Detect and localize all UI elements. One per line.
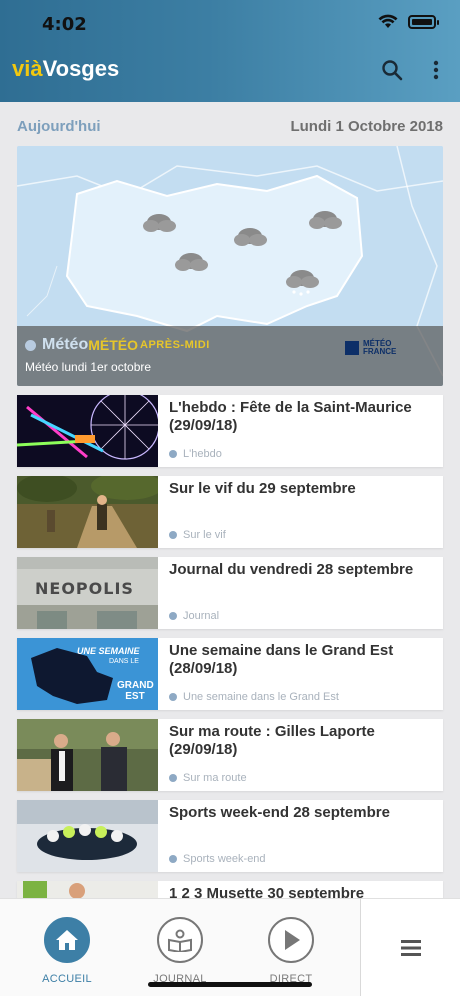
thumbnail (17, 800, 158, 872)
thumb-building-text: NEOPOLIS (35, 579, 134, 598)
item-category: Journal (169, 610, 219, 622)
list-item[interactable]: Sports week-end 28 septembre Sports week… (17, 800, 443, 872)
thumb-text-line-3: GRAND EST (117, 680, 154, 702)
thumbnail (17, 719, 158, 791)
item-category: Sports week-end (169, 853, 266, 865)
item-category-label: Sur le vif (183, 529, 226, 541)
item-title: L'hebdo : Fête de la Saint-Maurice (29/0… (169, 399, 412, 434)
search-button[interactable] (378, 56, 406, 84)
tab-accueil[interactable]: ACCUEIL (32, 917, 102, 985)
wifi-icon (378, 14, 398, 28)
status-time: 4:02 (42, 14, 87, 35)
item-category-label: Journal (183, 610, 220, 622)
video-list: L'hebdo : Fête de la Saint-Maurice (29/0… (17, 395, 443, 962)
item-category: L'hebdo (169, 448, 222, 460)
thumbnail: UNE SEMAINE DANS LE GRAND EST (17, 638, 158, 710)
hero-category-label: Météo (42, 336, 89, 353)
more-options-button[interactable] (422, 56, 450, 84)
list-item[interactable]: Sur ma route : Gilles Laporte (29/09/18)… (17, 719, 443, 791)
list-item[interactable]: NEOPOLIS Journal du vendredi 28 septembr… (17, 557, 443, 629)
interview-image (17, 719, 158, 791)
hero-subtitle: Météo lundi 1er octobre (25, 360, 152, 374)
app-logo: viàVosges (12, 56, 119, 82)
item-title: Journal du vendredi 28 septembre (169, 561, 414, 578)
hero-overlay-sub: APRÈS-MIDI (140, 339, 210, 351)
item-category-label: L'hebdo (183, 448, 222, 460)
category-dot (25, 339, 36, 351)
forest-trail-image (17, 476, 158, 548)
category-dot (169, 693, 177, 701)
status-icons (378, 14, 439, 29)
thumb-text-line-2: DANS LE (109, 658, 139, 665)
logo-name: Vosges (42, 56, 120, 81)
journal-icon-circle (157, 917, 203, 963)
thumbnail: NEOPOLIS (17, 557, 158, 629)
hero-weather-card[interactable]: Météo MÉTÉO APRÈS-MIDI Météo lundi 1er o… (17, 146, 443, 386)
list-item[interactable]: UNE SEMAINE DANS LE GRAND EST Une semain… (17, 638, 443, 710)
home-indicator (148, 982, 312, 987)
search-icon (382, 60, 403, 81)
item-info: Sur ma route : Gilles Laporte (29/09/18)… (158, 719, 443, 791)
hero-overlay-text: MÉTÉO (88, 337, 139, 353)
home-icon-circle (44, 917, 90, 963)
item-category: Sur le vif (169, 529, 226, 541)
category-dot (169, 612, 177, 620)
journal-icon (168, 929, 192, 952)
thumb-text-line-1: UNE SEMAINE (77, 646, 140, 656)
date-label: Lundi 1 Octobre 2018 (290, 118, 443, 135)
item-info: L'hebdo : Fête de la Saint-Maurice (29/0… (158, 395, 443, 467)
meteo-france-logo: MÉTÉO FRANCE (345, 340, 403, 356)
list-item[interactable]: Sur le vif du 29 septembre Sur le vif (17, 476, 443, 548)
thumbnail (17, 395, 158, 467)
item-info: Sur le vif du 29 septembre Sur le vif (158, 476, 443, 548)
home-icon (56, 930, 78, 950)
play-icon (285, 930, 300, 950)
category-dot (169, 855, 177, 863)
today-label: Aujourd'hui (17, 118, 101, 135)
tab-label: ACCUEIL (42, 973, 92, 985)
category-dot (169, 450, 177, 458)
hockey-team-image (17, 800, 158, 872)
item-title: Sports week-end 28 septembre (169, 804, 390, 821)
tab-journal[interactable]: JOURNAL (145, 917, 215, 985)
hero-caption: Météo MÉTÉO APRÈS-MIDI Météo lundi 1er o… (17, 326, 443, 386)
item-title: Sur ma route : Gilles Laporte (29/09/18) (169, 723, 375, 758)
item-info: Sports week-end 28 septembre Sports week… (158, 800, 443, 872)
item-title: Sur le vif du 29 septembre (169, 480, 356, 497)
battery-icon (408, 14, 439, 29)
hero-category: Météo MÉTÉO APRÈS-MIDI (25, 336, 210, 354)
item-category-label: Une semaine dans le Grand Est (183, 691, 339, 703)
category-dot (169, 774, 177, 782)
more-vertical-icon (433, 60, 439, 80)
app-header: 4:02 viàVosges (0, 0, 460, 102)
logo-via: vià (12, 56, 43, 81)
item-category-label: Sports week-end (183, 853, 266, 865)
list-item[interactable]: L'hebdo : Fête de la Saint-Maurice (29/0… (17, 395, 443, 467)
hamburger-icon (400, 940, 421, 956)
item-info: Une semaine dans le Grand Est (28/09/18)… (158, 638, 443, 710)
item-category: Sur ma route (169, 772, 247, 784)
item-title: Une semaine dans le Grand Est (28/09/18) (169, 642, 394, 677)
item-info: Journal du vendredi 28 septembre Journal (158, 557, 443, 629)
tab-direct[interactable]: DIRECT (256, 917, 326, 985)
meteo-france-mark (345, 341, 359, 355)
meteo-france-text: MÉTÉO FRANCE (363, 339, 397, 356)
play-icon-circle (268, 917, 314, 963)
item-category-label: Sur ma route (183, 772, 247, 784)
thumbnail (17, 476, 158, 548)
ferris-wheel-image (17, 395, 158, 467)
menu-button[interactable] (360, 899, 460, 996)
item-category: Une semaine dans le Grand Est (169, 691, 339, 703)
date-row: Aujourd'hui Lundi 1 Octobre 2018 (17, 118, 443, 135)
category-dot (169, 531, 177, 539)
